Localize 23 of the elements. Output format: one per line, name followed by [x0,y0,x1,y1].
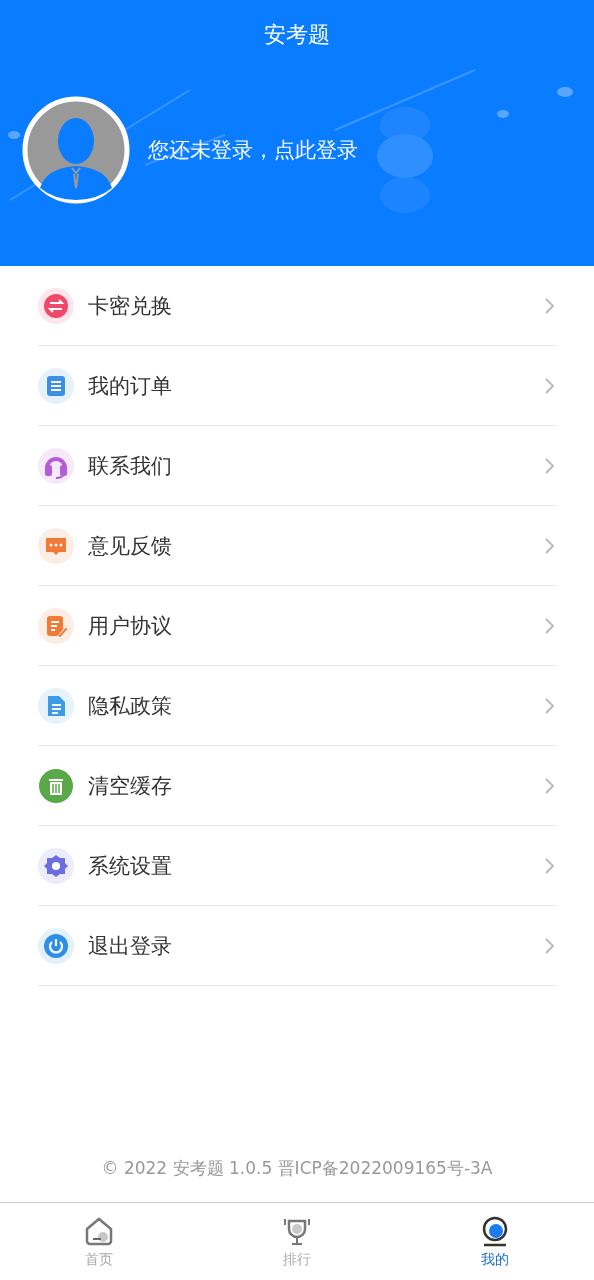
menu-label: 卡密兑换 [88,292,173,320]
menu-label: 我的订单 [88,372,173,400]
chevron-icon [544,856,556,875]
chevron-icon [544,456,556,475]
chevron-icon [544,696,556,715]
chevron-icon [544,376,556,395]
chevron-icon [544,776,556,795]
avatar-icon[interactable] [22,96,130,204]
chevron-icon [544,536,556,555]
nav-tab[interactable]: 我的 [396,1203,594,1280]
menu-label: 退出登录 [88,932,173,960]
chevron-icon [544,936,556,955]
menu-label: 清空缓存 [88,772,173,800]
menu-label: 用户协议 [88,612,173,640]
page-title: 安考题 [264,21,330,49]
chevron-icon [544,296,556,315]
chevron-icon [544,616,556,635]
copyright-text: © 2022 安考题 1.0.5 晋ICP备2022009165号-3A [100,1157,494,1180]
menu-label: 系统设置 [88,852,173,880]
menu-label: 隐私政策 [88,692,173,720]
menu-label: 联系我们 [88,452,173,480]
login-prompt[interactable]: 您还未登录，点此登录 [148,136,358,164]
menu-label: 意见反馈 [88,532,173,560]
